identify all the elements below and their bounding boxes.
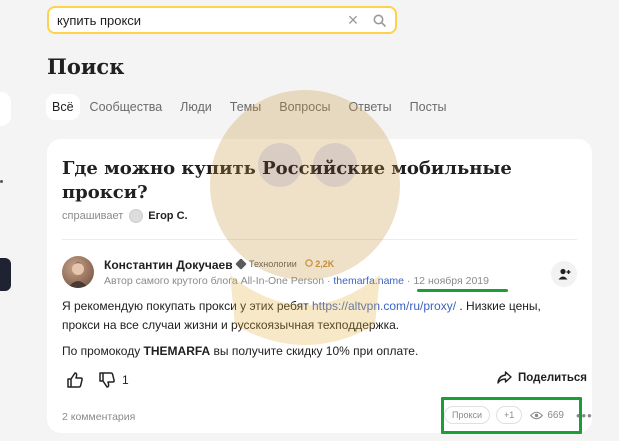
footer-highlight-box bbox=[441, 397, 582, 434]
author-name[interactable]: Константин Докучаев bbox=[104, 258, 233, 272]
author-bio: Автор самого крутого блога All-In-One Pe… bbox=[104, 275, 325, 287]
add-user-icon bbox=[558, 268, 570, 280]
tab-questions[interactable]: Вопросы bbox=[279, 94, 330, 120]
search-input[interactable] bbox=[57, 12, 343, 28]
page-title: Поиск bbox=[47, 54, 125, 79]
left-panel-edge bbox=[0, 92, 11, 126]
author-topic-badge[interactable]: Технологии 2,2K bbox=[235, 258, 335, 270]
search-icon[interactable] bbox=[371, 12, 387, 28]
promo-code: THEMARFA bbox=[143, 344, 211, 358]
answer-promo: По промокоду THEMARFA вы получите скидку… bbox=[62, 344, 418, 358]
topic-badge-icon bbox=[235, 258, 247, 270]
asked-label: спрашивает bbox=[62, 210, 124, 222]
author-avatar[interactable] bbox=[62, 256, 94, 288]
share-button[interactable]: Поделиться bbox=[497, 371, 587, 384]
tab-all[interactable]: Всё bbox=[46, 94, 80, 120]
answer-text-part: Я рекомендую покупать прокси у этих ребя… bbox=[62, 299, 312, 313]
author-karma: 2,2K bbox=[304, 259, 335, 269]
author-meta: Автор самого крутого блога All-In-One Pe… bbox=[104, 275, 489, 287]
like-icon[interactable] bbox=[66, 371, 84, 389]
answer-actions: 1 bbox=[66, 371, 129, 389]
dislike-icon[interactable] bbox=[98, 371, 116, 389]
promo-text: вы получите скидку 10% при оплате. bbox=[210, 344, 419, 358]
answer-date: 12 ноября 2019 bbox=[413, 275, 489, 287]
tab-communities[interactable]: Сообщества bbox=[90, 94, 163, 120]
answer-text: Я рекомендую покупать прокси у этих ребя… bbox=[62, 297, 577, 335]
karma-icon bbox=[304, 259, 313, 267]
divider bbox=[62, 239, 577, 240]
asker-avatar[interactable] bbox=[129, 209, 144, 223]
search-box[interactable]: × bbox=[47, 6, 397, 34]
search-tabs: Всё Сообщества Люди Темы Вопросы Ответы … bbox=[46, 94, 465, 120]
left-panel-dark-edge bbox=[0, 258, 11, 291]
tab-posts[interactable]: Посты bbox=[410, 94, 447, 120]
share-label: Поделиться bbox=[518, 371, 588, 384]
author-site-link[interactable]: themarfa.name bbox=[333, 275, 404, 287]
tab-answers[interactable]: Ответы bbox=[348, 94, 391, 120]
topic-badge-label: Технологии bbox=[249, 259, 297, 269]
karma-value: 2,2K bbox=[315, 259, 335, 269]
dislike-count: 1 bbox=[122, 373, 129, 387]
asker-name[interactable]: Егор С. bbox=[148, 210, 187, 222]
promo-text: По промокоду bbox=[62, 344, 144, 358]
question-card: Где можно купить Российские мобильные пр… bbox=[47, 139, 592, 433]
clear-icon[interactable]: × bbox=[343, 11, 363, 29]
left-panel-dot bbox=[0, 180, 3, 183]
date-highlight-underline bbox=[417, 289, 508, 292]
tab-people[interactable]: Люди bbox=[180, 94, 212, 120]
answer-link[interactable]: https://altvpn.com/ru/proxy/ bbox=[312, 299, 456, 313]
follow-user-button[interactable] bbox=[551, 261, 577, 287]
comments-link[interactable]: 2 комментария bbox=[62, 411, 135, 423]
asked-by: спрашивает Егор С. bbox=[62, 209, 188, 223]
question-title[interactable]: Где можно купить Российские мобильные пр… bbox=[62, 157, 532, 205]
tab-topics[interactable]: Темы bbox=[230, 94, 261, 120]
share-icon bbox=[497, 371, 512, 384]
